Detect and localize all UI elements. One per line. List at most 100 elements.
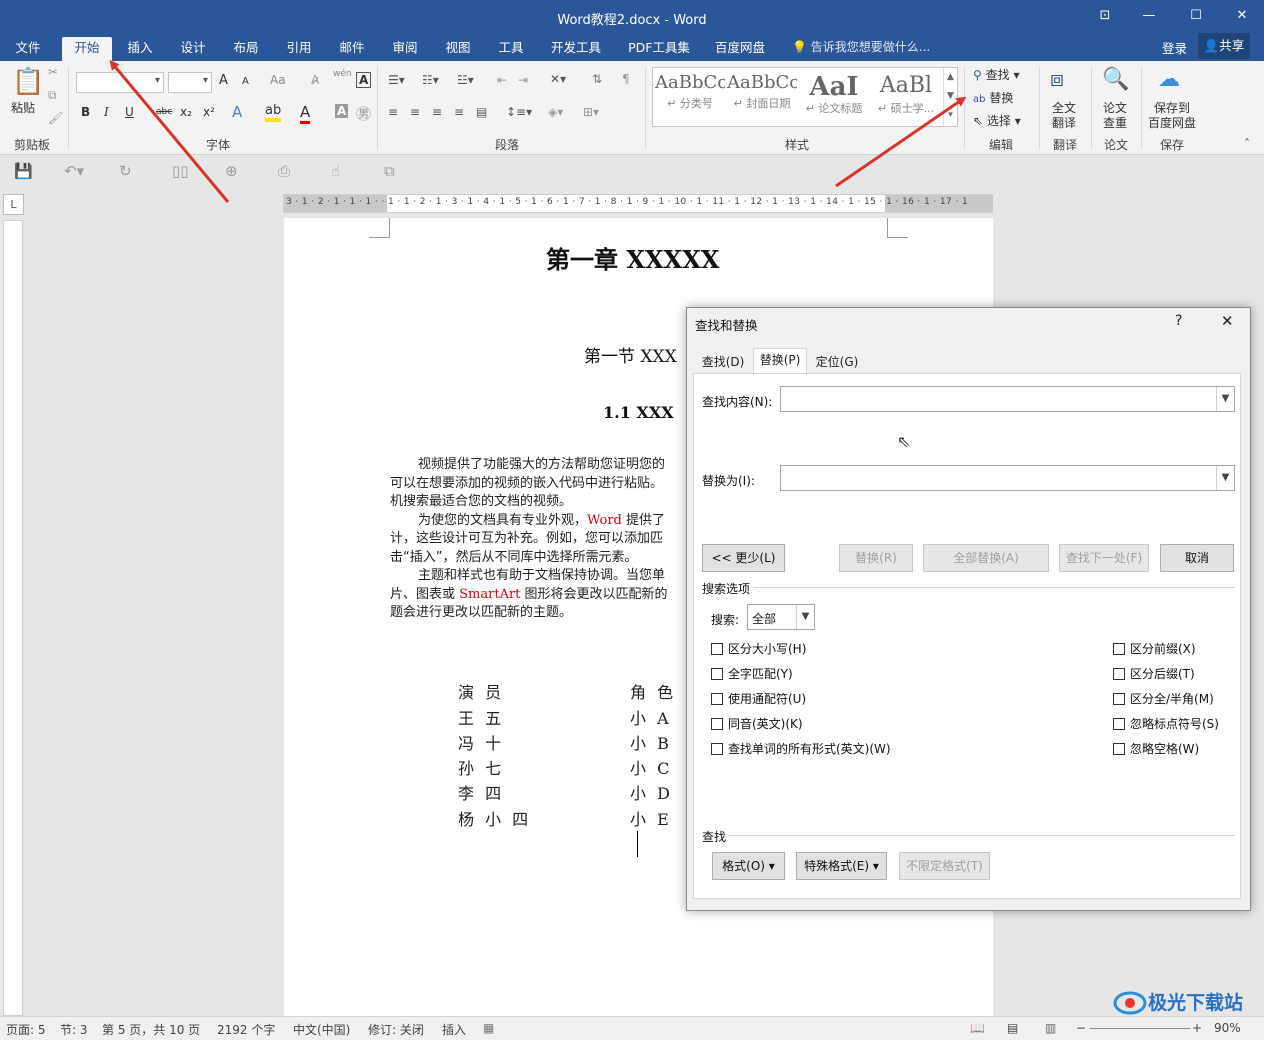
ribbon-display-icon[interactable]: ⊡ <box>1093 6 1117 26</box>
replace-one-button[interactable]: 替换(R) <box>839 544 913 572</box>
decrease-indent-icon[interactable]: ⇤ <box>497 73 507 87</box>
replace-input[interactable]: ▼ <box>780 465 1235 491</box>
align-center-icon[interactable]: ≡ <box>410 105 420 119</box>
highlight-icon[interactable]: ab <box>265 103 282 122</box>
cut-icon[interactable]: ✂ <box>48 65 58 79</box>
checkbox-wildcards[interactable]: 使用通配符(U) <box>711 690 806 707</box>
tab-replace[interactable]: 替换(P) <box>753 348 807 374</box>
status-language[interactable]: 中文(中国) <box>293 1021 350 1038</box>
clear-format-icon[interactable]: A̷ <box>311 73 319 87</box>
zoom-slider[interactable] <box>1090 1028 1190 1029</box>
chinese-layout-icon[interactable]: ✕▾ <box>550 72 566 86</box>
superscript-button[interactable]: x² <box>203 105 215 119</box>
maximize-icon[interactable]: ☐ <box>1184 6 1208 26</box>
char-shading-icon[interactable]: A <box>335 104 349 118</box>
tab-pdf-tools[interactable]: PDF工具集 <box>622 37 696 61</box>
tab-layout[interactable]: 布局 <box>226 37 266 61</box>
horizontal-ruler[interactable]: 3 · 1 · 2 · 1 · 1 · 1 · · 1 · 1 · 2 · 1 … <box>283 194 993 213</box>
style-item[interactable]: AaI ↵ 论文标题 <box>799 72 869 122</box>
find-input[interactable]: ▼ <box>780 386 1235 412</box>
find-next-button[interactable]: 查找下一处(F) <box>1059 544 1149 572</box>
checkbox-match-prefix[interactable]: 区分前缀(X) <box>1113 640 1196 657</box>
status-track-changes[interactable]: 修订: 关闭 <box>368 1021 424 1038</box>
borders-icon[interactable]: ⊞▾ <box>583 105 599 119</box>
tab-file[interactable]: 文件 <box>8 37 48 61</box>
replace-all-button[interactable]: 全部替换(A) <box>923 544 1049 572</box>
undo-icon[interactable]: ↶▾ <box>64 162 84 180</box>
checkbox-all-word-forms[interactable]: 查找单词的所有形式(英文)(W) <box>711 740 891 757</box>
checkbox-match-suffix[interactable]: 区分后缀(T) <box>1113 665 1195 682</box>
distributed-icon[interactable]: ▤ <box>476 105 487 119</box>
checkbox-sounds-like[interactable]: 同音(英文)(K) <box>711 715 803 732</box>
underline-button[interactable]: U <box>125 105 134 119</box>
layout-icon[interactable]: ▯▯ <box>172 162 189 180</box>
customize-icon[interactable]: ⧉ <box>384 162 395 180</box>
font-color-icon[interactable]: A <box>300 103 311 124</box>
minimize-icon[interactable]: — <box>1137 6 1161 26</box>
dialog-close-button[interactable]: ✕ <box>1221 312 1234 330</box>
sort-icon[interactable]: ⇅ <box>592 72 602 86</box>
style-item[interactable]: AaBbCc ↵ 分类号 <box>655 72 725 122</box>
chevron-down-icon[interactable]: ▼ <box>1216 466 1234 490</box>
styles-scroll[interactable]: ▲ ▼ ▾ <box>943 68 957 126</box>
format-button[interactable]: 格式(O) ▾ <box>712 852 785 880</box>
justify-icon[interactable]: ≡ <box>454 105 464 119</box>
macro-icon[interactable]: ▦ <box>483 1021 494 1035</box>
multilevel-list-icon[interactable]: ☳▾ <box>457 73 474 87</box>
italic-button[interactable]: I <box>104 105 109 119</box>
find-button[interactable]: ⚲ 查找 ▾ <box>973 66 1019 83</box>
tab-baidu-pan[interactable]: 百度网盘 <box>708 37 772 61</box>
plagiarism-icon[interactable]: 🔍 <box>1102 67 1129 92</box>
shading-icon[interactable]: ◈▾ <box>548 105 563 119</box>
no-formatting-button[interactable]: 不限定格式(T) <box>899 852 990 880</box>
translate-icon[interactable]: ⧈ <box>1050 67 1064 92</box>
zoom-level[interactable]: 90% <box>1214 1021 1241 1035</box>
tab-goto[interactable]: 定位(G) <box>811 350 863 374</box>
chevron-down-icon[interactable]: ▼ <box>1216 387 1234 411</box>
tab-selector[interactable]: L <box>3 194 24 215</box>
tab-references[interactable]: 引用 <box>279 37 319 61</box>
cancel-button[interactable]: 取消 <box>1160 544 1234 572</box>
status-section[interactable]: 节: 3 <box>60 1021 88 1038</box>
format-painter-icon[interactable]: 🖌 <box>48 111 63 125</box>
char-border-button[interactable]: A <box>356 72 372 88</box>
font-name-combo[interactable] <box>76 72 164 93</box>
checkbox-full-half-width[interactable]: 区分全/半角(M) <box>1113 690 1214 707</box>
numbering-icon[interactable]: ☷▾ <box>422 73 439 87</box>
align-right-icon[interactable]: ≡ <box>432 105 442 119</box>
strikethrough-button[interactable]: abc <box>156 107 172 117</box>
increase-indent-icon[interactable]: ⇥ <box>518 73 528 87</box>
save-icon[interactable]: 💾 <box>14 162 33 180</box>
enclose-char-icon[interactable]: ㊚ <box>356 103 371 124</box>
redo-icon[interactable]: ↻ <box>119 162 132 180</box>
select-button[interactable]: ⇖ 选择 ▾ <box>973 112 1021 129</box>
share-button[interactable]: 👤共享 <box>1198 33 1250 59</box>
show-marks-icon[interactable]: ¶ <box>622 72 630 86</box>
search-direction-select[interactable]: 全部 ▼ <box>747 604 815 630</box>
tab-design[interactable]: 设计 <box>173 37 213 61</box>
status-page[interactable]: 页面: 5 <box>6 1021 46 1038</box>
checkbox-ignore-punctuation[interactable]: 忽略标点符号(S) <box>1113 715 1219 732</box>
help-button[interactable]: ? <box>1175 313 1182 329</box>
checkbox-ignore-space[interactable]: 忽略空格(W) <box>1113 740 1199 757</box>
special-button[interactable]: 特殊格式(E) ▾ <box>796 852 887 880</box>
align-left-icon[interactable]: ≡ <box>388 105 398 119</box>
tab-developer[interactable]: 开发工具 <box>543 37 609 61</box>
zoom-in-button[interactable]: + <box>1192 1021 1202 1035</box>
style-item[interactable]: AaBl ↵ 硕士学... <box>871 72 941 122</box>
grow-font-button[interactable]: A <box>219 73 228 88</box>
change-case-button[interactable]: Aa <box>270 73 286 87</box>
globe-icon[interactable]: ⊕ <box>225 162 238 180</box>
tab-review[interactable]: 审阅 <box>385 37 425 61</box>
replace-button[interactable]: ab 替换 <box>973 89 1013 106</box>
read-mode-icon[interactable]: 📖 <box>970 1021 985 1035</box>
text-effects-icon[interactable]: A <box>232 103 242 121</box>
less-button[interactable]: << 更少(L) <box>702 544 785 572</box>
web-layout-icon[interactable]: ▥ <box>1045 1021 1056 1035</box>
status-pages[interactable]: 第 5 页，共 10 页 <box>102 1021 200 1038</box>
tell-me-search[interactable]: 💡 告诉我您想要做什么... <box>792 38 930 55</box>
status-insert-mode[interactable]: 插入 <box>442 1021 466 1038</box>
tab-view[interactable]: 视图 <box>438 37 478 61</box>
bold-button[interactable]: B <box>81 105 90 119</box>
checkbox-match-case[interactable]: 区分大小写(H) <box>711 640 806 657</box>
